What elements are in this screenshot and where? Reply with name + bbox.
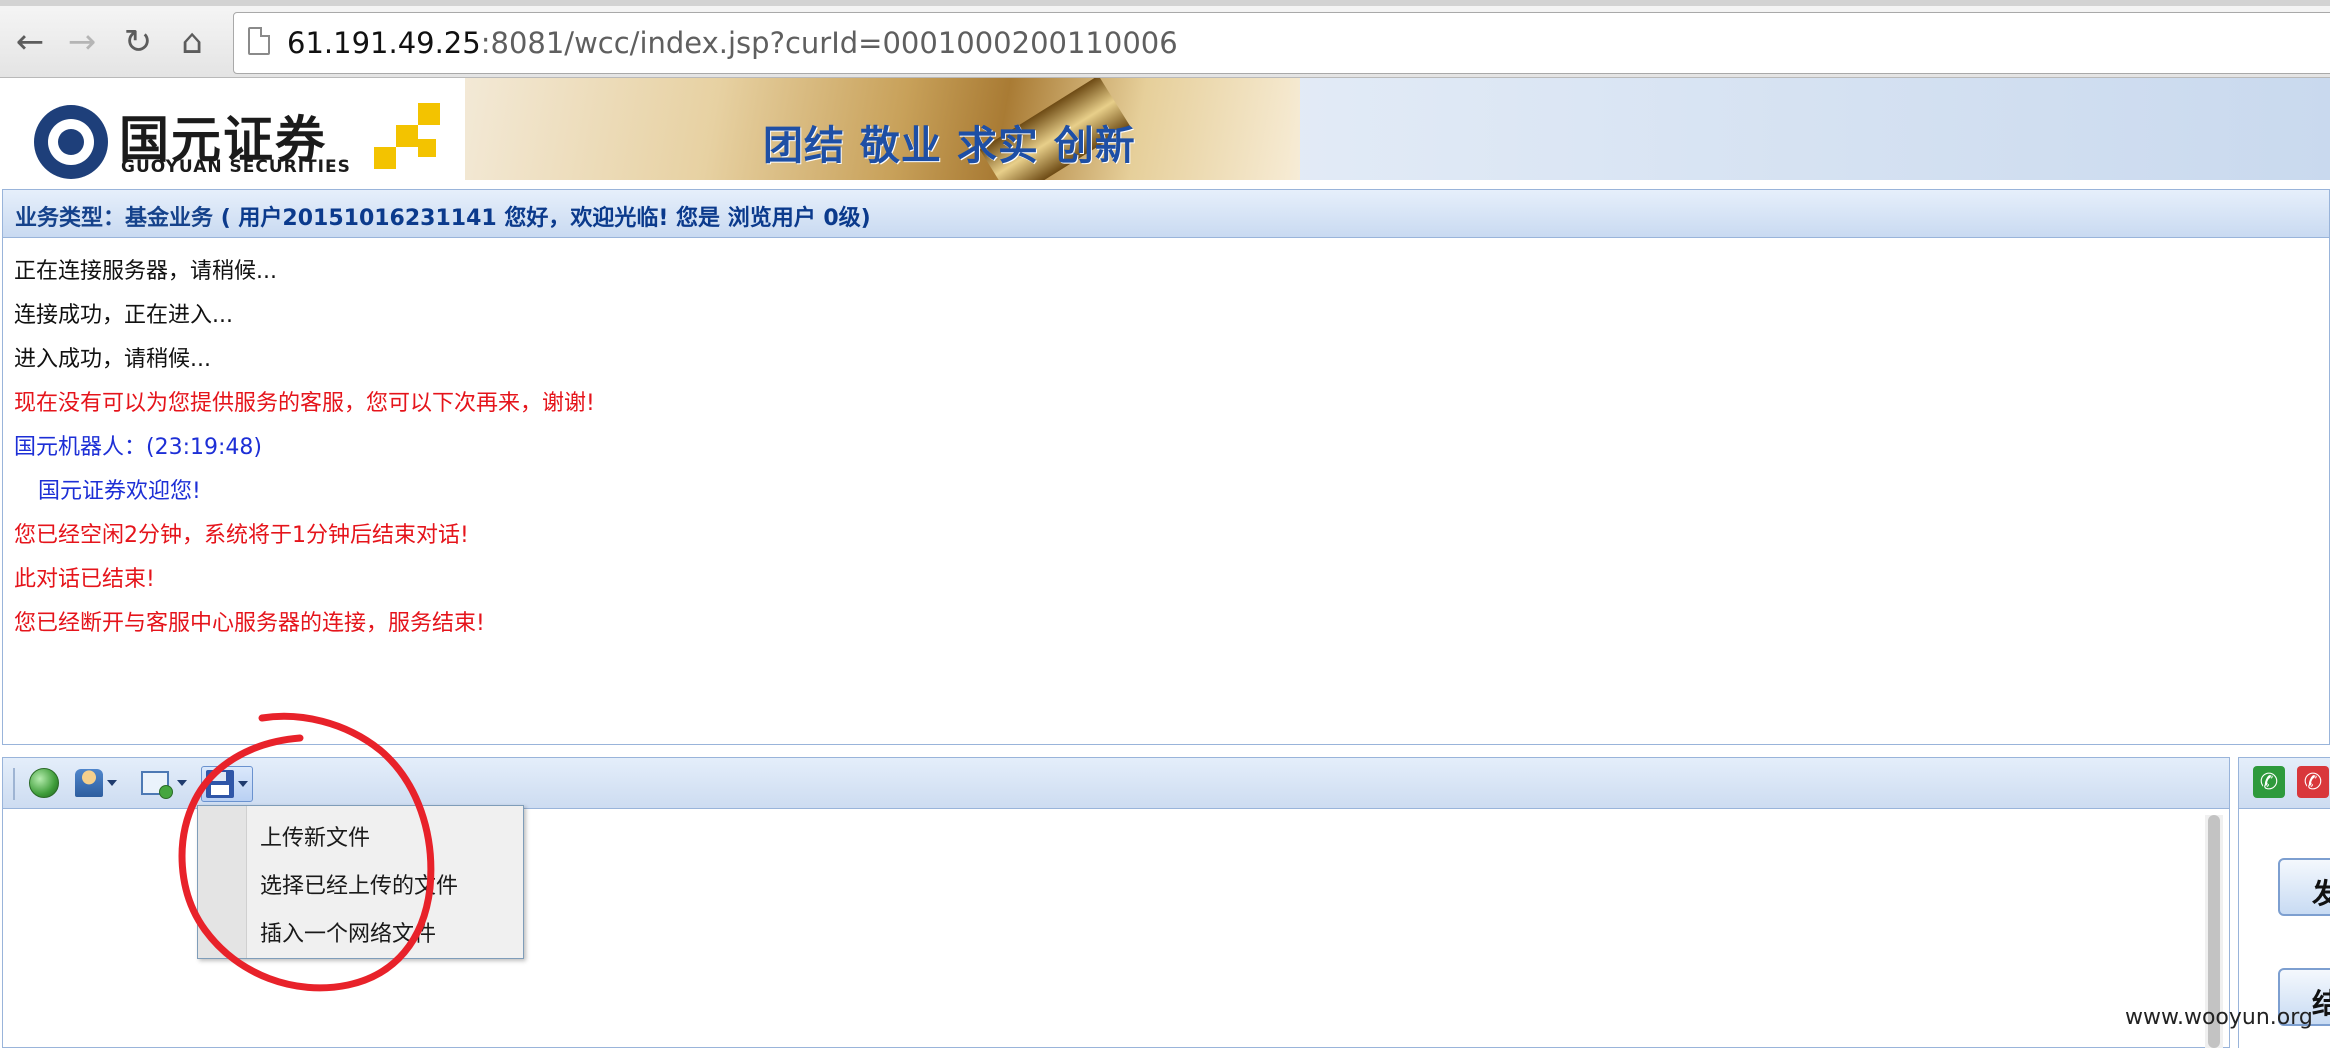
hang-up-icon: ✆ (2303, 769, 2323, 795)
logo-mark-icon (34, 105, 108, 179)
forward-button[interactable]: → (62, 22, 102, 62)
url-host: 61.191.49.25 (287, 26, 481, 60)
phone-icon: ✆ (2259, 769, 2279, 795)
file-menu: 上传新文件 选择已经上传的文件 插入一个网络文件 (197, 805, 524, 959)
url-path: :8081/wcc/index.jsp?curId=00010002001100… (480, 26, 1178, 60)
menu-item-upload-new-file[interactable]: 上传新文件 (260, 820, 370, 852)
logo-squares-icon (372, 103, 454, 175)
business-type-bar: 业务类型：基金业务 ( 用户20151016231141 您好，欢迎光临! 您是… (2, 189, 2330, 238)
site-header: 国元证券 GUOYUAN SECURITIES 团结 敬业 求实 创新 (0, 78, 2330, 180)
send-button-label: 发 (2312, 872, 2330, 912)
input-toolbar (2, 757, 2230, 809)
call-button[interactable]: ✆ (2253, 766, 2285, 798)
toolbar-separator (13, 768, 15, 800)
message-line: 连接成功，正在进入... (14, 303, 233, 328)
address-bar[interactable]: 61.191.49.25:8081/wcc/index.jsp?curId=00… (233, 12, 2330, 74)
browser-toolbar: ← → ↻ ⌂ 61.191.49.25:8081/wcc/index.jsp?… (0, 0, 2330, 78)
message-line: 现在没有可以为您提供服务的客服，您可以下次再来，谢谢! (14, 391, 595, 416)
menu-item-select-uploaded-file[interactable]: 选择已经上传的文件 (260, 868, 458, 900)
end-chat-button-label: 结 (2312, 982, 2330, 1022)
chevron-down-icon (177, 780, 187, 786)
page-icon (248, 27, 270, 55)
watermark: www.wooyun.org (2125, 1005, 2313, 1030)
back-arrow-icon: ← (15, 22, 45, 62)
call-toolbar: ✆ ✆ (2238, 757, 2330, 809)
banner-image: 团结 敬业 求实 创新 (465, 78, 1300, 180)
send-button[interactable]: 发 (2278, 858, 2330, 916)
user-menu-button[interactable] (75, 766, 117, 800)
reload-button[interactable]: ↻ (118, 22, 158, 62)
message-line: 您已经断开与客服中心服务器的连接，服务结束! (14, 611, 485, 636)
hang-up-button[interactable]: ✆ (2297, 766, 2329, 798)
message-line: 此对话已结束! (14, 567, 155, 592)
reload-icon: ↻ (123, 22, 153, 62)
home-icon: ⌂ (181, 22, 203, 62)
message-line: 正在连接服务器，请稍候... (14, 259, 277, 284)
save-file-icon (206, 770, 234, 798)
home-button[interactable]: ⌂ (172, 22, 212, 62)
banner-slogan: 团结 敬业 求实 创新 (763, 123, 1136, 169)
chevron-down-icon (107, 780, 117, 786)
globe-button[interactable] (29, 766, 59, 800)
chat-message-log: 正在连接服务器，请稍候... 连接成功，正在进入... 进入成功，请稍候... … (2, 238, 2330, 745)
chevron-down-icon (238, 781, 248, 787)
tab-strip (0, 0, 2330, 6)
message-line: 国元机器人：(23:19:48) (14, 435, 262, 460)
message-line: 进入成功，请稍候... (14, 347, 211, 372)
user-icon (75, 769, 103, 797)
menu-item-insert-network-file[interactable]: 插入一个网络文件 (260, 916, 436, 948)
url-text[interactable]: 61.191.49.25:8081/wcc/index.jsp?curId=00… (287, 26, 1178, 60)
globe-icon (29, 768, 59, 798)
screen-capture-button[interactable] (141, 766, 187, 800)
back-button[interactable]: ← (10, 22, 50, 62)
status-text: 业务类型：基金业务 ( 用户20151016231141 您好，欢迎光临! 您是… (15, 200, 871, 232)
logo: 国元证券 GUOYUAN SECURITIES (0, 78, 465, 180)
message-line: 国元证券欢迎您! (38, 479, 201, 504)
screen-capture-icon (141, 771, 173, 799)
menu-gutter (198, 806, 247, 958)
message-line: 您已经空闲2分钟，系统将于1分钟后结束对话! (14, 523, 469, 548)
user-greeting: ( 用户20151016231141 您好，欢迎光临! 您是 浏览用户 0级) (220, 206, 871, 231)
business-type-label: 业务类型：基金业务 (15, 206, 214, 231)
logo-english-name: GUOYUAN SECURITIES (121, 157, 351, 177)
forward-arrow-icon: → (67, 22, 97, 62)
file-transfer-button[interactable] (201, 766, 253, 802)
